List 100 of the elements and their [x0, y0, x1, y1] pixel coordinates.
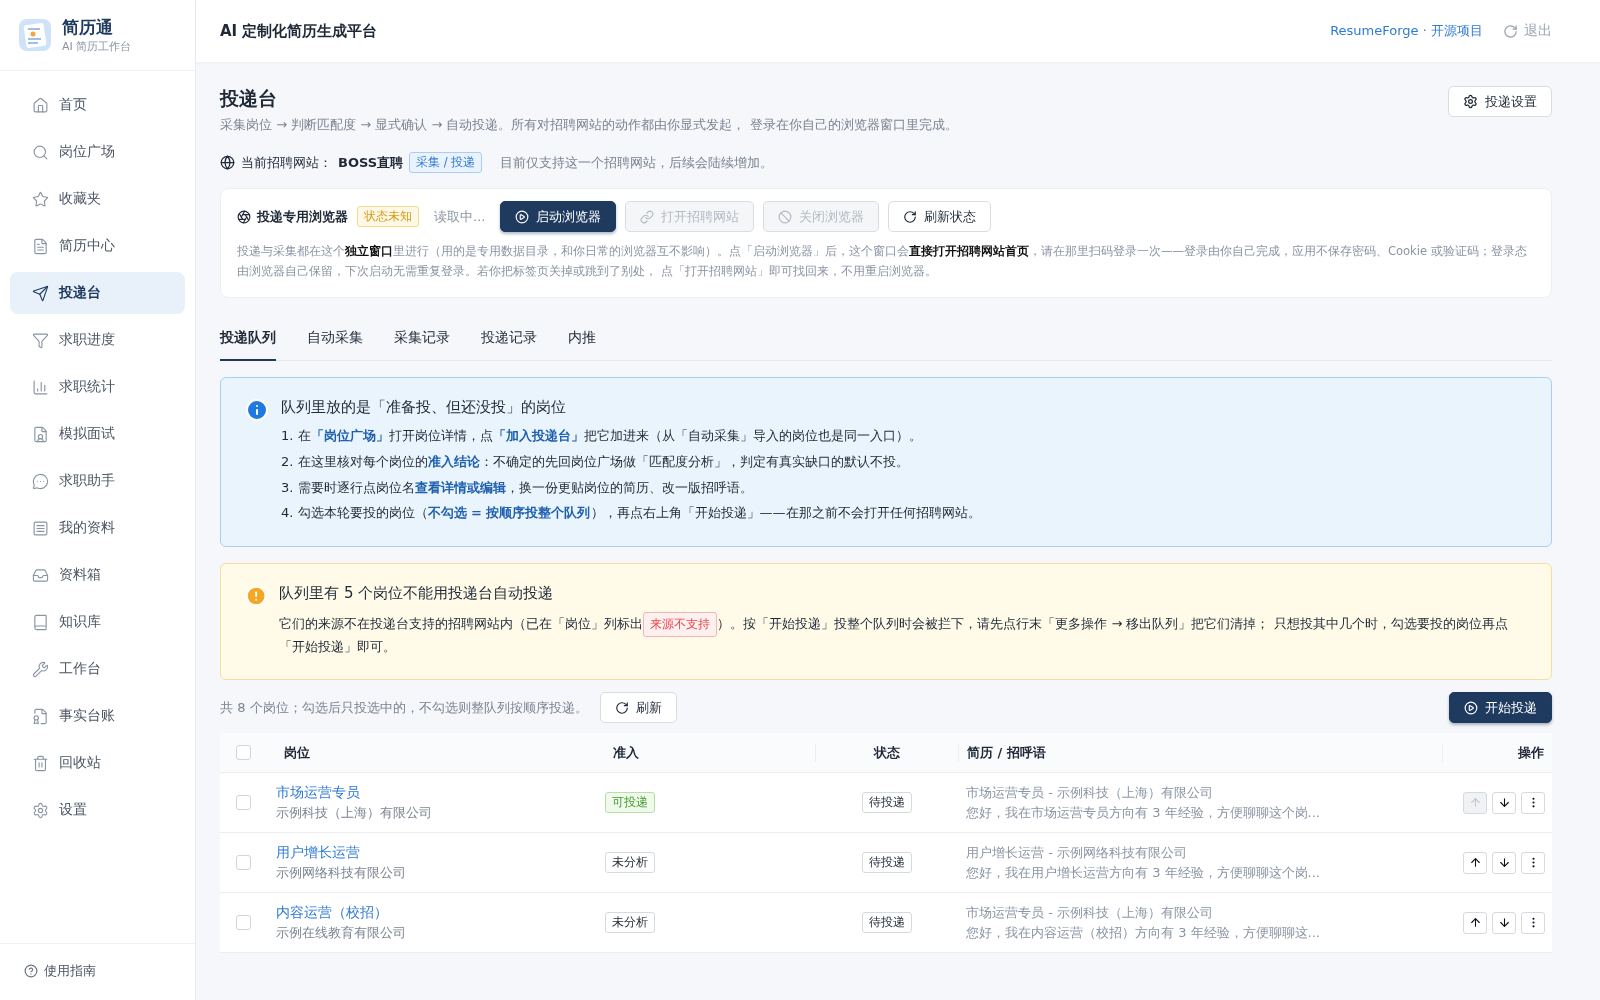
tab[interactable]: 采集记录 [394, 324, 450, 362]
company-name: 示例在线教育有限公司 [276, 923, 406, 942]
sidebar-item[interactable]: 工作台 [10, 648, 185, 690]
logo-icon [18, 18, 52, 52]
link-icon [640, 209, 655, 224]
logout-icon [1503, 23, 1518, 39]
notice-step: 2. 在这里核对每个岗位的准入结论：不确定的先回岗位广场做「匹配度分析」，判定有真实缺口的默认不投。 [281, 451, 981, 473]
document-badge-icon [32, 707, 49, 725]
play-icon [1464, 700, 1478, 715]
admission-tag: 未分析 [605, 852, 655, 874]
list-icon [32, 519, 49, 537]
loading-text: 读取中... [434, 207, 486, 226]
resume-name: 市场运营专员 - 示例科技（上海）有限公司 [966, 783, 1213, 802]
ban-icon [778, 209, 793, 224]
greeting-text: 您好，我在市场运营专员方向有 3 年经验，方便聊聊这个岗... [966, 803, 1320, 822]
browser-button[interactable]: 刷新状态 [888, 201, 992, 232]
settings-button[interactable]: 投递设置 [1448, 86, 1552, 117]
tab[interactable]: 自动采集 [307, 324, 363, 362]
resume-name: 用户增长运营 - 示例网络科技有限公司 [966, 843, 1187, 862]
funnel-icon [32, 331, 49, 349]
status-tag: 待投递 [861, 912, 912, 934]
more-button[interactable] [1521, 851, 1545, 874]
wrench-icon [32, 660, 49, 678]
info-icon [245, 398, 269, 423]
status-tag: 状态未知 [357, 206, 419, 227]
refresh-icon [903, 209, 918, 224]
settings-icon [1463, 94, 1478, 109]
arrow-up-icon [1468, 916, 1482, 930]
notice-text: 它们的来源不在投递台支持的招聘网站内（已在「岗位」列标出 来源不支持 ）。按「开始投递」投整个队列时会被拦下，请先点行末「更多操作 → 移出队列」把它们清掉； 只想投其中几个时，勾选要投的岗位再点「开始投递」即可。 [279, 612, 1527, 658]
company-name: 示例网络科技有限公司 [276, 863, 406, 882]
sidebar-item[interactable]: 资料箱 [10, 554, 185, 596]
move-down-button[interactable] [1492, 911, 1516, 934]
checkbox[interactable] [236, 855, 251, 871]
arrow-down-icon [1497, 916, 1511, 930]
sidebar-item[interactable]: 回收站 [10, 742, 185, 784]
column-header: 状态 [815, 743, 958, 762]
move-up-button[interactable] [1463, 911, 1487, 934]
document-icon [32, 237, 49, 255]
notice-step: 4. 勾选本轮要投的岗位（不勾选 = 按顺序投整个队列），再点右上角「开始投递」——在那之前不会打开任何招聘网站。 [281, 503, 981, 525]
move-down-button[interactable] [1492, 851, 1516, 874]
chat-bubble-icon [32, 472, 49, 490]
brand-subtitle: AI 简历工作台 [62, 39, 132, 54]
sidebar-item[interactable]: 求职助手 [10, 460, 185, 502]
sidebar-item[interactable]: 事实台账 [10, 695, 185, 737]
more-button[interactable] [1521, 791, 1545, 814]
tab[interactable]: 投递队列 [220, 324, 276, 362]
start-button[interactable]: 开始投递 [1449, 692, 1552, 724]
sidebar-item[interactable]: 我的资料 [10, 507, 185, 549]
tab[interactable]: 投递记录 [481, 324, 537, 362]
sidebar-item[interactable]: 设置 [10, 789, 185, 831]
sidebar-item[interactable]: 模拟面试 [10, 413, 185, 455]
sidebar-item[interactable]: 投递台 [10, 272, 185, 314]
globe-icon [220, 155, 235, 170]
play-icon [515, 209, 530, 224]
move-down-button[interactable] [1492, 791, 1516, 814]
inbox-icon [32, 566, 49, 584]
sidebar-item[interactable]: 岗位广场 [10, 131, 185, 173]
column-header: 岗位 [283, 743, 311, 762]
guide-link[interactable]: 使用指南 [24, 962, 96, 980]
project-link[interactable]: ResumeForge · 开源项目 [1330, 22, 1483, 40]
paper-plane-icon [32, 284, 49, 302]
status-tag: 待投递 [861, 852, 912, 874]
home-icon [32, 96, 49, 114]
sidebar-item[interactable]: 收藏夹 [10, 178, 185, 220]
arrow-down-icon [1497, 796, 1511, 810]
more-button[interactable] [1521, 911, 1545, 934]
page-subtitle: 采集岗位 → 判断匹配度 → 显式确认 → 自动投递。所有对招聘网站的动作都由你显式发起， 登录在你自己的浏览器窗口里完成。 [220, 116, 958, 134]
site-tag: 采集 / 投递 [409, 152, 483, 173]
admission-tag: 未分析 [605, 912, 655, 934]
sidebar-item[interactable]: 求职进度 [10, 319, 185, 361]
warning-icon [245, 584, 268, 609]
job-title-link[interactable]: 用户增长运营 [276, 843, 360, 862]
notice-title: 队列里放的是「准备投、但还没投」的岗位 [281, 398, 567, 418]
greeting-text: 您好，我在用户增长运营方向有 3 年经验，方便聊聊这个岗... [966, 863, 1320, 882]
search-icon [32, 143, 49, 161]
document-person-icon [32, 425, 49, 443]
bar-chart-icon [32, 378, 49, 396]
browser-button[interactable]: 启动浏览器 [500, 201, 617, 232]
sidebar-item[interactable]: 求职统计 [10, 366, 185, 408]
sidebar-item[interactable]: 简历中心 [10, 225, 185, 267]
tab[interactable]: 内推 [568, 324, 596, 362]
resume-name: 市场运营专员 - 示例科技（上海）有限公司 [966, 903, 1213, 922]
checkbox[interactable] [236, 745, 251, 761]
admission-tag: 可投递 [605, 792, 655, 814]
refresh-button[interactable]: 刷新 [599, 692, 677, 724]
queue-summary: 共 8 个岗位；勾选后只投选中的，不勾选则整队列按顺序投递。 [220, 698, 588, 717]
job-title-link[interactable]: 内容运营（校招） [276, 903, 388, 922]
checkbox[interactable] [236, 915, 251, 931]
notice-step: 1. 在「岗位广场」打开岗位详情，点「加入投递台」把它加进来（从「自动采集」导入的岗位也是同一入口）。 [281, 426, 981, 447]
job-title-link[interactable]: 市场运营专员 [276, 783, 360, 802]
refresh-icon [614, 700, 629, 715]
arrow-down-icon [1497, 856, 1511, 870]
sidebar-item[interactable]: 知识库 [10, 601, 185, 643]
column-header: 准入 [612, 743, 640, 762]
move-up-button[interactable] [1463, 851, 1487, 874]
browser-description: 投递与采集都在这个独立窗口里进行（用的是专用数据目录，和你日常的浏览器互不影响）。点「启动浏览器」后，这个窗口会直接打开招聘网站首页，请在那里扫码登录一次——登录由你自己完成，应用不保存密码、Cookie 或验证码；登录态由浏览器自己保留，下次启动无需重复登录。若你把标签页关掉或跳到了别处， 点「打开招聘网站」即可找回来，不用重启浏览器。 [237, 243, 1528, 280]
app-title: AI 定制化简历生成平台 [220, 21, 378, 41]
checkbox[interactable] [236, 795, 251, 811]
brand-name: 简历通 [62, 16, 114, 39]
sidebar-item[interactable]: 首页 [10, 84, 185, 126]
